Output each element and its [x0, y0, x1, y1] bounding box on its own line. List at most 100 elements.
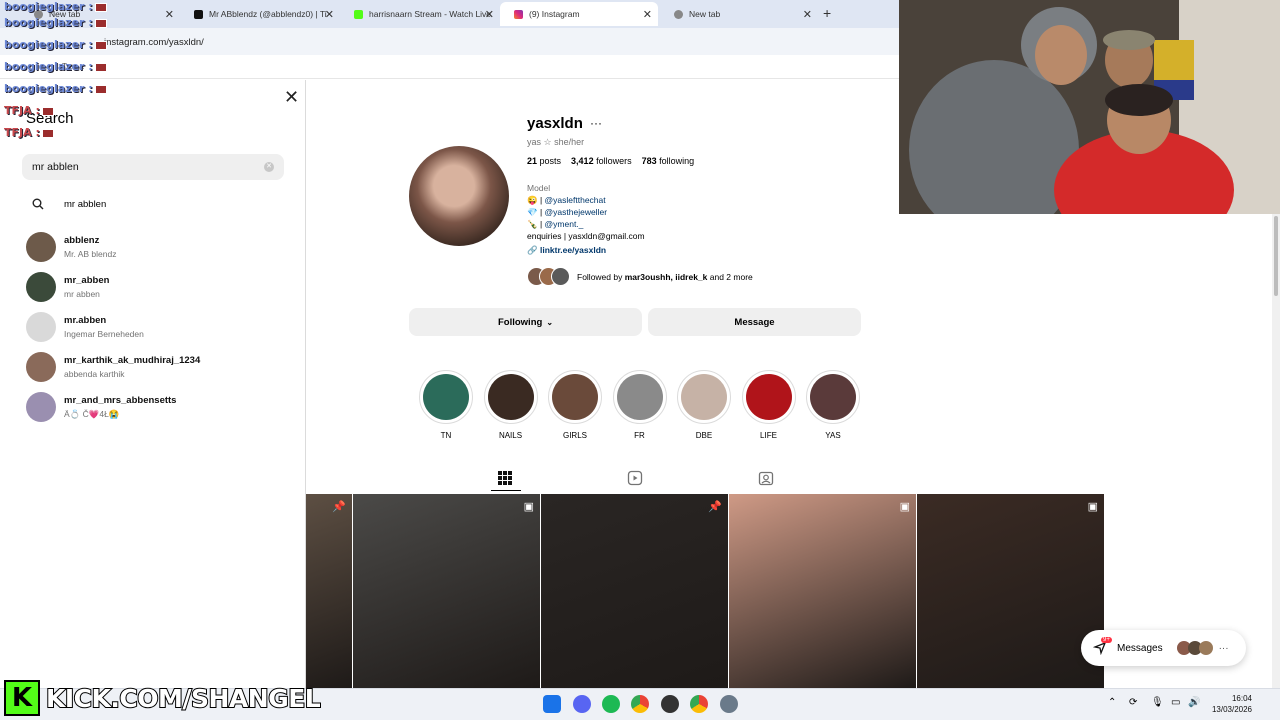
- search-result-item[interactable]: mr_and_mrs_abbensetts Ä💍 Č💗4Ł😭: [26, 392, 176, 422]
- search-panel: Search ✕ ✕ mr abblen abblenzMr. AB blend…: [0, 80, 306, 688]
- volume-icon[interactable]: 🔊: [1188, 697, 1200, 708]
- story-highlight[interactable]: NAILS: [483, 370, 538, 440]
- result-subtitle: abbenda karthik: [64, 369, 125, 379]
- following-count[interactable]: 783 following: [642, 156, 695, 166]
- story-highlight[interactable]: TN: [419, 370, 473, 440]
- story-highlight[interactable]: LIFE: [741, 370, 796, 440]
- search-icon: [32, 198, 44, 210]
- highlight-ring: [419, 370, 473, 424]
- more-options-icon[interactable]: ···: [590, 116, 602, 130]
- search-box[interactable]: ✕: [22, 154, 284, 180]
- post-tile[interactable]: 📌: [541, 494, 728, 688]
- close-tab-icon[interactable]: ✕: [325, 8, 334, 21]
- highlight-cover: [745, 374, 792, 420]
- close-tab-icon[interactable]: ✕: [803, 8, 812, 21]
- tab-label: Mr ABblendz (@abblendz0) | Ti: [209, 9, 327, 19]
- chat-username: TFJA :: [4, 126, 40, 139]
- clear-search-icon[interactable]: ✕: [264, 162, 274, 172]
- profile-stats: 21 posts 3,412 followers 783 following: [527, 156, 694, 166]
- result-username: mr_abben: [64, 275, 110, 286]
- tiktok-icon: [194, 9, 203, 19]
- page-scrollbar[interactable]: [1272, 214, 1280, 688]
- spotify-icon[interactable]: [602, 695, 620, 713]
- windows-start-icon[interactable]: [543, 695, 561, 713]
- bio-handle-link[interactable]: @yment._: [545, 219, 584, 229]
- following-button[interactable]: Following ⌄: [409, 308, 642, 336]
- highlight-cover: [616, 374, 663, 420]
- result-username: abblenz: [64, 235, 100, 246]
- chevron-down-icon: ⌄: [546, 317, 554, 327]
- search-result-item[interactable]: abblenz Mr. AB blendz: [26, 232, 116, 262]
- bio-handle-link[interactable]: @yasleftthechat: [545, 195, 606, 205]
- search-result-item[interactable]: mr_abben mr abben: [26, 272, 109, 302]
- url-text[interactable]: instagram.com/yasxldn/: [104, 37, 204, 48]
- highlight-ring: [741, 370, 796, 424]
- network-icon[interactable]: ▭: [1171, 697, 1180, 708]
- close-tab-icon[interactable]: ✕: [485, 8, 494, 21]
- chrome-taskbar-icon[interactable]: [631, 695, 649, 713]
- profile-avatar[interactable]: [409, 146, 509, 246]
- chevron-up-icon[interactable]: ⌃: [1108, 697, 1116, 708]
- followed-by[interactable]: Followed by mar3oushh, iidrek_k and 2 mo…: [527, 267, 753, 286]
- posts-count: 21 posts: [527, 156, 562, 166]
- chrome-icon: [674, 9, 683, 19]
- post-tile[interactable]: 📌: [306, 494, 352, 688]
- search-result-item[interactable]: mr_karthik_ak_mudhiraj_1234 abbenda karth…: [26, 352, 200, 382]
- kick-logo-icon: K: [4, 680, 40, 716]
- search-input[interactable]: [22, 154, 242, 180]
- follower-avatar: [551, 267, 570, 286]
- bio-line: 😜 | @yasleftthechat: [527, 195, 606, 205]
- reels-icon[interactable]: [627, 470, 643, 486]
- messages-widget[interactable]: 9+ Messages ···: [1081, 630, 1246, 666]
- close-tab-icon[interactable]: ✕: [643, 8, 652, 21]
- story-highlight[interactable]: DBE: [677, 370, 731, 440]
- microphone-icon[interactable]: 🎙: [1151, 697, 1164, 708]
- story-highlight[interactable]: YAS: [806, 370, 860, 440]
- bio-line: 🍾 | @yment._: [527, 219, 584, 229]
- bookmarks-bar: Trac...: [0, 55, 900, 79]
- avatar: [26, 352, 56, 382]
- tagged-icon[interactable]: [758, 470, 774, 486]
- discord-icon[interactable]: [573, 695, 591, 713]
- chat-username: boogieglazer :: [4, 0, 93, 13]
- post-tile[interactable]: ▣: [729, 494, 916, 688]
- emote-icon: [94, 84, 107, 94]
- obs-icon[interactable]: [661, 695, 679, 713]
- chat-username: boogieglazer :: [4, 16, 93, 29]
- result-subtitle: Mr. AB blendz: [64, 249, 117, 259]
- settings-icon[interactable]: [720, 695, 738, 713]
- bio-external-link[interactable]: 🔗 linktr.ee/yasxldn: [527, 244, 645, 256]
- search-result-item[interactable]: mr.abben Ingemar Berneheden: [26, 312, 144, 342]
- followed-by-text: Followed by mar3oushh, iidrek_k and 2 mo…: [577, 271, 753, 282]
- sync-icon[interactable]: ⟳: [1129, 697, 1137, 708]
- tab-kick-stream[interactable]: harrisnaarn Stream - Watch Live ✕: [340, 2, 500, 26]
- search-suggestion[interactable]: mr abblen: [32, 198, 106, 210]
- close-tab-icon[interactable]: ✕: [165, 8, 174, 21]
- highlight-label: YAS: [825, 431, 841, 440]
- scrollbar-thumb[interactable]: [1274, 216, 1278, 296]
- grid-posts-icon[interactable]: [497, 470, 513, 486]
- chat-message: boogieglazer :: [4, 16, 107, 29]
- tab-tiktok[interactable]: Mr ABblendz (@abblendz0) | Ti ✕: [180, 2, 340, 26]
- chat-username: boogieglazer :: [4, 38, 93, 51]
- chat-username: TFJA :: [4, 104, 40, 117]
- highlight-label: NAILS: [498, 431, 523, 440]
- chrome-active-icon[interactable]: [690, 695, 708, 713]
- address-bar[interactable]: instagram.com/yasxldn/: [0, 28, 900, 55]
- pin-icon: 📌: [708, 501, 722, 513]
- post-tile[interactable]: ▣: [353, 494, 540, 688]
- tab-instagram[interactable]: (9) Instagram ✕: [500, 2, 658, 26]
- post-tile[interactable]: ▣: [917, 494, 1104, 688]
- highlight-cover: [487, 374, 534, 420]
- chat-message: boogieglazer :: [4, 38, 107, 51]
- tab-new-tab-2[interactable]: New tab ✕: [660, 2, 818, 26]
- story-highlight[interactable]: GIRLS: [548, 370, 602, 440]
- new-tab-button[interactable]: +: [823, 5, 831, 21]
- close-icon[interactable]: ✕: [284, 88, 299, 106]
- bio-handle-link[interactable]: @yasthejeweller: [545, 207, 608, 217]
- taskbar-clock[interactable]: 16:04 13/03/2026: [1210, 693, 1252, 715]
- message-button[interactable]: Message: [648, 308, 861, 336]
- chat-username: boogieglazer :: [4, 82, 93, 95]
- story-highlight[interactable]: FR: [612, 370, 667, 440]
- followers-count[interactable]: 3,412 followers: [571, 156, 632, 166]
